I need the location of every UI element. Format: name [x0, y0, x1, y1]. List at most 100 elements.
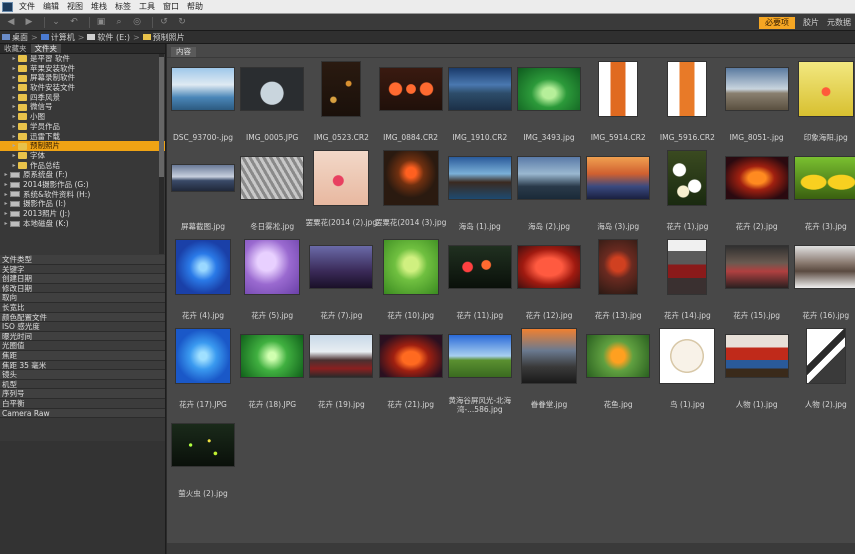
file-thumbnail[interactable]: 花卉 (7).jpg	[307, 238, 375, 328]
file-thumbnail[interactable]: 鸟 (1).jpg	[653, 327, 721, 417]
file-thumbnail[interactable]: 黄海谷屏风光-北海湾-...586.jpg	[446, 327, 514, 417]
file-thumbnail[interactable]: IMG_5916.CR2	[653, 60, 721, 150]
expand-arrow-icon[interactable]: ▸	[10, 93, 18, 103]
file-thumbnail[interactable]: 萤火虫 (2).jpg	[169, 416, 237, 506]
file-thumbnail[interactable]: IMG_1910.CR2	[446, 60, 514, 150]
file-thumbnail[interactable]: 花卉 (18).JPG	[238, 327, 306, 417]
thumbnail-image[interactable]	[378, 334, 443, 378]
filter-category[interactable]: 修改日期	[0, 283, 165, 294]
thumbnail-image[interactable]	[517, 245, 581, 289]
expand-arrow-icon[interactable]: ▸	[10, 54, 18, 64]
expand-arrow-icon[interactable]: ▸	[2, 199, 10, 209]
tree-item[interactable]: ▸ 2014摄影作品 (G:)	[0, 180, 165, 190]
thumbnail-image[interactable]	[447, 334, 512, 378]
menu-item[interactable]: 工具	[135, 0, 159, 14]
file-thumbnail[interactable]: 罢粟花(2014 (3).jpg	[375, 149, 446, 239]
tree-item[interactable]: ▸ 苹果安装软件	[0, 64, 165, 74]
refine-icon[interactable]: ⌕	[112, 17, 126, 28]
thumbnail-image[interactable]	[382, 239, 439, 295]
open-camera-raw-icon[interactable]: ◎	[130, 17, 144, 28]
file-thumbnail[interactable]: 海岛 (2).jpg	[515, 149, 583, 239]
tree-item[interactable]: ▸ 微信号	[0, 102, 165, 112]
menu-item[interactable]: 堆栈	[87, 0, 111, 14]
thumbnail-image[interactable]	[667, 150, 708, 206]
expand-arrow-icon[interactable]: ▸	[10, 151, 18, 161]
recent-folder-icon[interactable]: ⌄	[49, 17, 63, 28]
file-thumbnail[interactable]: 花卉 (3).jpg	[792, 149, 855, 239]
workspace-tab[interactable]: 元数据	[823, 14, 855, 31]
filter-category[interactable]: 光圈值	[0, 341, 165, 351]
file-thumbnail[interactable]: 花卉 (4).jpg	[169, 238, 237, 328]
file-thumbnail[interactable]: DSC_93700-.jpg	[169, 60, 237, 150]
thumbnail-image[interactable]	[724, 67, 789, 111]
expand-arrow-icon[interactable]: ▸	[10, 83, 18, 93]
thumbnail-image[interactable]	[724, 156, 789, 200]
file-thumbnail[interactable]: 花卉 (5).jpg	[238, 238, 306, 328]
file-thumbnail[interactable]: IMG_0005.JPG	[238, 60, 306, 150]
thumbnail-image[interactable]	[586, 156, 651, 200]
thumbnail-image[interactable]	[171, 67, 235, 111]
expand-arrow-icon[interactable]: ▸	[2, 219, 10, 229]
filter-category[interactable]: 焦距	[0, 350, 165, 361]
thumbnail-image[interactable]	[171, 164, 235, 192]
file-thumbnail[interactable]: 海岛 (1).jpg	[446, 149, 514, 239]
thumbnail-image[interactable]	[447, 245, 512, 289]
thumbnail-image[interactable]	[175, 328, 231, 384]
file-thumbnail[interactable]: 花卉 (11).jpg	[446, 238, 514, 328]
thumbnail-image[interactable]	[171, 423, 235, 467]
file-thumbnail[interactable]: 花卉 (10).jpg	[377, 238, 445, 328]
expand-arrow-icon[interactable]: ▸	[2, 180, 10, 190]
tree-scroll-thumb[interactable]	[159, 57, 164, 177]
menu-item[interactable]: 视图	[63, 0, 87, 14]
tree-item[interactable]: ▸ 原系统盘 (F:)	[0, 170, 165, 180]
file-thumbnail[interactable]: 花卉 (1).jpg	[653, 149, 721, 239]
file-thumbnail[interactable]: IMG_0884.CR2	[377, 60, 445, 150]
thumbnail-image[interactable]	[175, 239, 231, 295]
breadcrumb-item[interactable]: 软件 (E:)	[97, 32, 130, 43]
forward-icon[interactable]: ▶	[22, 17, 36, 28]
filter-category[interactable]: 机型	[0, 379, 165, 390]
breadcrumb-item[interactable]: 预制照片	[153, 32, 185, 43]
thumbnail-image[interactable]	[517, 156, 581, 200]
thumbnail-image[interactable]	[724, 334, 789, 378]
file-thumbnail[interactable]: 花卉 (16).jpg	[792, 238, 855, 328]
return-icon[interactable]: ↶	[67, 17, 81, 28]
filter-category[interactable]: 取向	[0, 293, 165, 303]
file-thumbnail[interactable]: 花卉 (14).jpg	[653, 238, 721, 328]
expand-arrow-icon[interactable]: ▸	[10, 64, 18, 74]
file-thumbnail[interactable]: 眷眷堂.jpg	[515, 327, 583, 417]
thumbnail-image[interactable]	[586, 334, 651, 378]
thumbnail-image[interactable]	[724, 245, 789, 289]
file-thumbnail[interactable]: IMG_5914.CR2	[584, 60, 652, 150]
menu-item[interactable]: 帮助	[183, 0, 207, 14]
filter-category[interactable]: ISO 感光度	[0, 322, 165, 332]
file-thumbnail[interactable]: IMG_0523.CR2	[307, 60, 375, 150]
thumbnail-image[interactable]	[793, 245, 855, 289]
tree-item[interactable]: ▸ 字体	[0, 151, 165, 161]
thumbnail-image[interactable]	[805, 328, 846, 384]
file-thumbnail[interactable]: 花卉 (19).jpg	[307, 327, 375, 417]
file-thumbnail[interactable]: 印象海阳.jpg	[792, 60, 855, 150]
thumbnail-image[interactable]	[309, 334, 374, 378]
tree-item[interactable]: ▸ 小图	[0, 112, 165, 122]
expand-arrow-icon[interactable]: ▸	[10, 122, 18, 132]
menu-item[interactable]: 窗口	[159, 0, 183, 14]
thumbnail-image[interactable]	[309, 245, 374, 289]
file-thumbnail[interactable]: 海岛 (3).jpg	[584, 149, 652, 239]
rotate-left-icon[interactable]: ↺	[157, 17, 171, 28]
thumbnail-image[interactable]	[240, 67, 305, 111]
tree-item[interactable]: ▸ 2013照片 (J:)	[0, 209, 165, 219]
menu-item[interactable]: 标签	[111, 0, 135, 14]
thumbnail-image[interactable]	[447, 156, 512, 200]
thumbnail-image[interactable]	[797, 61, 854, 117]
filter-category[interactable]: Camera Raw	[0, 408, 165, 419]
filter-category[interactable]: 曝光时间	[0, 331, 165, 342]
tree-item[interactable]: ▸ 学员作品	[0, 122, 165, 132]
get-photos-icon[interactable]: ▣	[94, 17, 108, 28]
expand-arrow-icon[interactable]: ▸	[10, 141, 18, 151]
file-thumbnail[interactable]: 花卉 (12).jpg	[515, 238, 583, 328]
file-thumbnail[interactable]: 人物 (2).jpg	[792, 327, 855, 417]
back-icon[interactable]: ◀	[4, 17, 18, 28]
thumbnail-image[interactable]	[382, 150, 439, 206]
filter-category[interactable]: 白平衡	[0, 398, 165, 409]
